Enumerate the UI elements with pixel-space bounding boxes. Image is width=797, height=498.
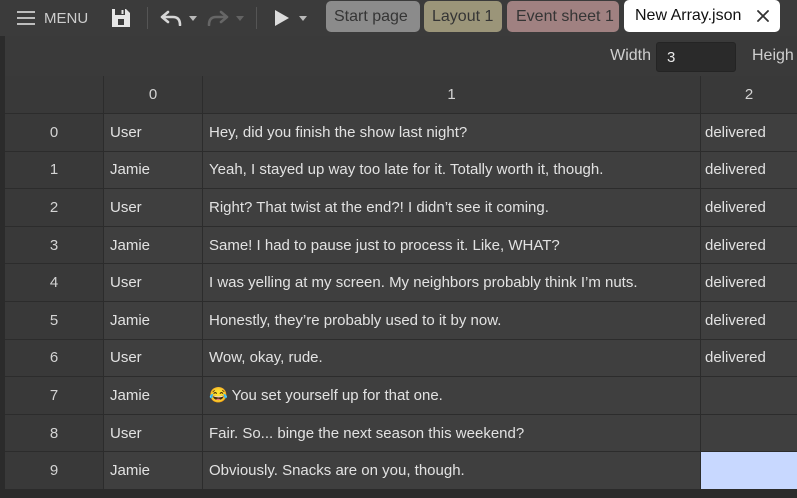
column-header[interactable]: 1 xyxy=(203,76,700,113)
preview-button[interactable] xyxy=(270,6,294,30)
redo-dropdown-button[interactable] xyxy=(236,15,244,21)
array-grid: 0 1 2 0 User Hey, did you finish the sho… xyxy=(5,76,797,489)
array-cell[interactable]: Fair. So... binge the next season this w… xyxy=(203,414,700,452)
row-header[interactable]: 2 xyxy=(5,189,103,226)
close-icon[interactable] xyxy=(757,10,769,22)
row-header[interactable]: 0 xyxy=(5,114,103,151)
array-cell[interactable]: delivered xyxy=(701,226,797,264)
array-cell[interactable]: Right? That twist at the end?! I didn’t … xyxy=(203,189,700,226)
array-cell[interactable]: delivered xyxy=(701,114,797,151)
row-header[interactable]: 1 xyxy=(5,151,103,189)
array-cell[interactable]: Honestly, they’re probably used to it by… xyxy=(203,301,700,339)
array-cell[interactable]: 😂 You set yourself up for that one. xyxy=(203,377,700,414)
chevron-down-icon xyxy=(189,15,197,21)
height-label: Heigh xyxy=(752,47,794,64)
array-cell[interactable]: Wow, okay, rude. xyxy=(203,339,700,377)
row-header[interactable]: 7 xyxy=(5,377,103,414)
floppy-disk-icon xyxy=(111,8,131,28)
redo-button[interactable] xyxy=(204,6,232,30)
row-header[interactable]: 3 xyxy=(5,226,103,264)
preview-dropdown-button[interactable] xyxy=(299,15,307,21)
hamburger-icon xyxy=(17,11,35,25)
tab-label: Layout 1 xyxy=(432,7,494,25)
array-cell[interactable]: User xyxy=(104,264,202,301)
undo-button[interactable] xyxy=(157,6,185,30)
array-cell[interactable]: delivered xyxy=(701,189,797,226)
table-corner xyxy=(5,76,103,113)
array-cell[interactable]: delivered xyxy=(701,264,797,301)
chevron-down-icon xyxy=(236,15,244,21)
width-field[interactable] xyxy=(656,42,736,72)
array-cell[interactable]: User xyxy=(104,114,202,151)
array-cell[interactable]: User xyxy=(104,189,202,226)
tab-label: Start page xyxy=(334,7,408,25)
array-cell[interactable]: delivered xyxy=(701,339,797,377)
array-cell[interactable]: Hey, did you finish the show last night? xyxy=(203,114,700,151)
tab-layout-1[interactable]: Layout 1 xyxy=(424,1,502,32)
tab-start-page[interactable]: Start page xyxy=(326,1,420,32)
chevron-down-icon xyxy=(299,15,307,21)
tab-new-array-json[interactable]: New Array.json xyxy=(624,0,780,32)
array-cell[interactable]: User xyxy=(104,414,202,452)
array-cell[interactable]: Yeah, I stayed up way too late for it. T… xyxy=(203,151,700,189)
array-cell[interactable]: Same! I had to pause just to process it.… xyxy=(203,226,700,264)
array-cell[interactable]: Jamie xyxy=(104,151,202,189)
width-label: Width xyxy=(610,47,651,64)
array-cell[interactable]: I was yelling at my screen. My neighbors… xyxy=(203,264,700,301)
row-header[interactable]: 4 xyxy=(5,264,103,301)
array-cell[interactable]: delivered xyxy=(701,151,797,189)
menu-button[interactable]: MENU xyxy=(10,0,98,36)
array-cell[interactable]: delivered xyxy=(701,301,797,339)
column-header[interactable]: 0 xyxy=(104,76,202,113)
toolbar-divider xyxy=(147,7,148,29)
redo-icon xyxy=(207,10,229,26)
main-toolbar: MENU Start page Layout 1 Event sheet 1 N… xyxy=(0,0,797,36)
tab-event-sheet-1[interactable]: Event sheet 1 xyxy=(507,1,619,32)
array-cell[interactable]: Jamie xyxy=(104,377,202,414)
undo-icon xyxy=(160,10,182,26)
array-cell[interactable]: Jamie xyxy=(104,452,202,489)
array-cell[interactable]: User xyxy=(104,339,202,377)
array-toolbar: Width Heigh xyxy=(5,36,797,76)
column-header[interactable]: 2 xyxy=(701,76,797,113)
undo-dropdown-button[interactable] xyxy=(189,15,197,21)
menu-label: MENU xyxy=(44,9,89,27)
row-header[interactable]: 9 xyxy=(5,452,103,489)
array-cell[interactable]: Jamie xyxy=(104,301,202,339)
row-header[interactable]: 6 xyxy=(5,339,103,377)
tab-label: New Array.json xyxy=(635,7,742,24)
play-icon xyxy=(275,10,289,26)
row-header[interactable]: 5 xyxy=(5,301,103,339)
array-cell[interactable]: Jamie xyxy=(104,226,202,264)
array-cell[interactable] xyxy=(701,452,797,489)
save-button[interactable] xyxy=(108,6,134,30)
toolbar-divider xyxy=(256,7,257,29)
array-cell[interactable] xyxy=(701,377,797,414)
row-header[interactable]: 8 xyxy=(5,414,103,452)
tab-label: Event sheet 1 xyxy=(516,7,614,25)
array-cell[interactable] xyxy=(701,414,797,452)
array-cell[interactable]: Obviously. Snacks are on you, though. xyxy=(203,452,700,489)
